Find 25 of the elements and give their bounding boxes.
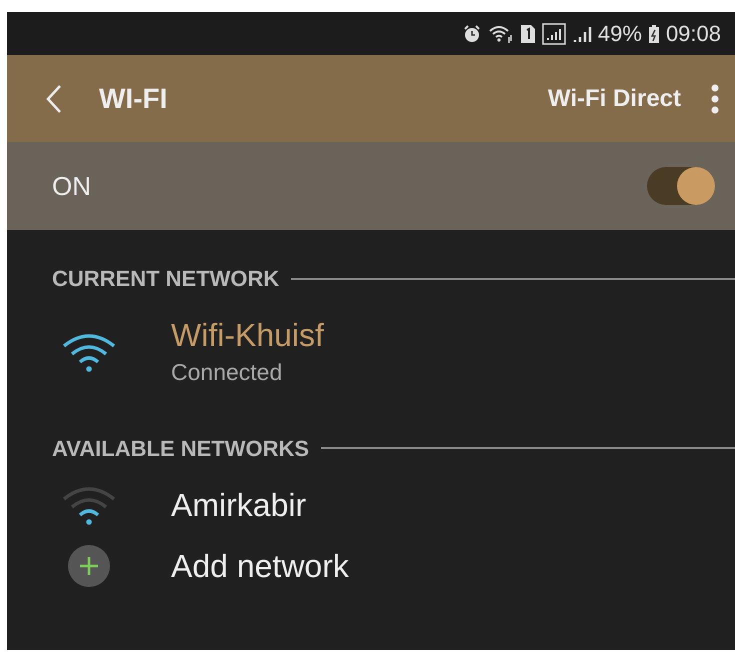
switch-label: ON [52, 170, 91, 202]
add-icon [68, 544, 110, 586]
wifi-direct-button[interactable]: Wi-Fi Direct [548, 80, 681, 116]
network-name: Amirkabir [171, 486, 306, 524]
network-row[interactable]: Wifi-Khuisf Connected [7, 305, 735, 400]
battery-percentage: 49% [598, 20, 642, 48]
wifi-icon [488, 24, 514, 44]
network-name: Add network [171, 546, 349, 586]
signal-icon [542, 22, 566, 44]
section-header: AVAILABLE NETWORKS [52, 434, 310, 462]
section-header: CURRENT NETWORK [52, 265, 280, 293]
connection-status: Connected [171, 358, 284, 387]
charging-battery-icon [648, 24, 660, 44]
sim-card-icon [520, 24, 536, 44]
network-name: Wifi-Khuisf [171, 316, 324, 355]
wifi-signal-icon [61, 332, 117, 372]
alarm-clock-icon [462, 24, 482, 44]
network-row[interactable]: Amirkabir [7, 474, 735, 534]
screen-title: WI-FI [99, 82, 168, 116]
back-icon[interactable] [45, 84, 63, 114]
add-network-row[interactable]: Add network [7, 534, 735, 596]
toggle-switch[interactable] [647, 167, 715, 205]
clock-time: 09:08 [666, 20, 721, 48]
wifi-signal-icon [61, 484, 117, 524]
more-options-icon[interactable] [711, 84, 719, 114]
